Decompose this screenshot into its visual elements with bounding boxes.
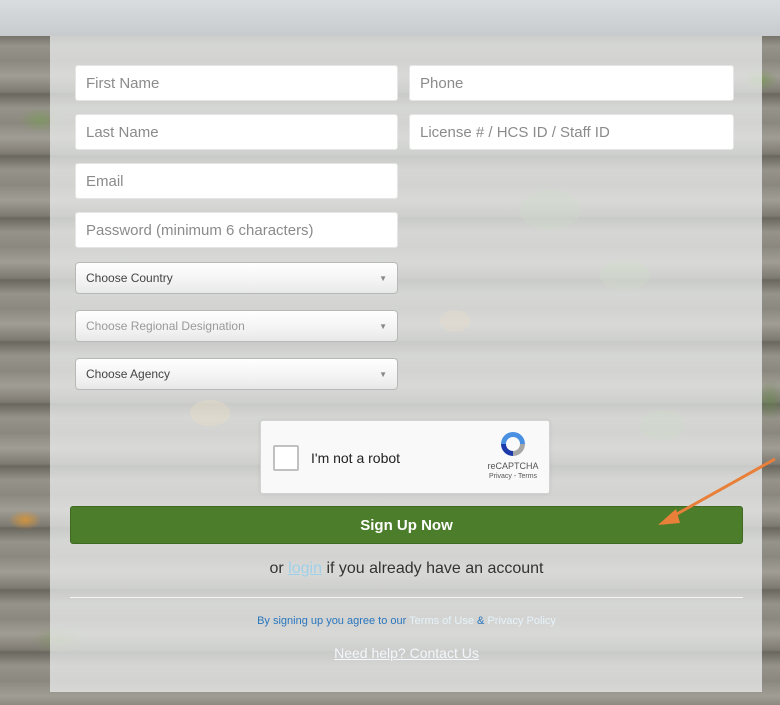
region-select[interactable]: Choose Regional Designation ▼ bbox=[75, 310, 398, 342]
country-select-value: Choose Country bbox=[86, 271, 173, 285]
first-name-placeholder: First Name bbox=[86, 74, 160, 92]
recaptcha-logo-icon bbox=[501, 432, 525, 456]
agency-select[interactable]: Choose Agency ▼ bbox=[75, 358, 398, 390]
first-name-input[interactable]: First Name bbox=[75, 65, 398, 101]
privacy-policy-link[interactable]: Privacy Policy bbox=[487, 615, 555, 627]
login-link[interactable]: login bbox=[288, 560, 322, 577]
caret-down-icon: ▼ bbox=[379, 321, 387, 331]
terms-of-use-link[interactable]: Terms of Use bbox=[409, 615, 474, 627]
recaptcha-label: I'm not a robot bbox=[311, 450, 401, 466]
license-placeholder: License # / HCS ID / Staff ID bbox=[420, 123, 610, 141]
agency-select-value: Choose Agency bbox=[86, 367, 171, 381]
region-select-value: Choose Regional Designation bbox=[86, 319, 245, 333]
recaptcha-widget: I'm not a robot reCAPTCHA Privacy - Term… bbox=[260, 420, 550, 494]
divider bbox=[70, 597, 743, 598]
country-select[interactable]: Choose Country ▼ bbox=[75, 262, 398, 294]
license-input[interactable]: License # / HCS ID / Staff ID bbox=[409, 114, 734, 150]
email-input[interactable]: Email bbox=[75, 163, 398, 199]
recaptcha-privacy-terms[interactable]: Privacy - Terms bbox=[483, 473, 543, 480]
caret-down-icon: ▼ bbox=[379, 369, 387, 379]
sign-up-button[interactable]: Sign Up Now bbox=[70, 506, 743, 544]
password-placeholder: Password (minimum 6 characters) bbox=[86, 221, 314, 239]
terms-prefix: By signing up you agree to our bbox=[257, 615, 407, 627]
login-suffix: if you already have an account bbox=[326, 560, 544, 577]
last-name-input[interactable]: Last Name bbox=[75, 114, 398, 150]
help-contact-link[interactable]: Need help? Contact Us bbox=[70, 645, 743, 661]
phone-placeholder: Phone bbox=[420, 74, 464, 92]
page-top-band bbox=[0, 0, 780, 36]
sign-up-button-label: Sign Up Now bbox=[360, 516, 453, 534]
caret-down-icon: ▼ bbox=[379, 273, 387, 283]
login-prefix: or bbox=[269, 560, 284, 577]
phone-input[interactable]: Phone bbox=[409, 65, 734, 101]
terms-ampersand: & bbox=[477, 615, 485, 627]
recaptcha-brand: reCAPTCHA bbox=[487, 461, 539, 471]
annotation-arrow-icon bbox=[658, 457, 776, 525]
terms-statement: By signing up you agree to our Terms of … bbox=[70, 615, 743, 627]
password-input[interactable]: Password (minimum 6 characters) bbox=[75, 212, 398, 248]
login-prompt: or login if you already have an account bbox=[70, 560, 743, 578]
last-name-placeholder: Last Name bbox=[86, 123, 159, 141]
recaptcha-checkbox[interactable] bbox=[273, 445, 299, 471]
recaptcha-logo: reCAPTCHA Privacy - Terms bbox=[483, 429, 543, 480]
email-placeholder: Email bbox=[86, 172, 124, 190]
